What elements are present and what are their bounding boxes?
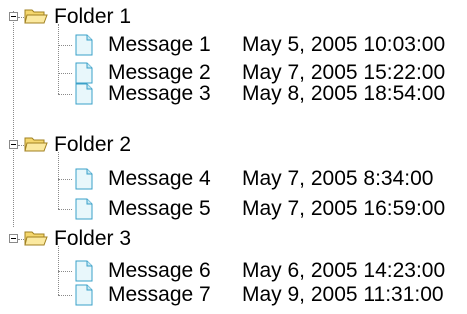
message-7-label[interactable]: Message 7 (108, 282, 211, 308)
tree-connector (58, 179, 72, 180)
message-5-date: May 7, 2005 16:59:00 (242, 197, 446, 220)
message-3-label[interactable]: Message 3 (108, 81, 211, 107)
message-3-date: May 8, 2005 18:54:00 (242, 82, 446, 105)
open-folder-icon (24, 9, 48, 24)
tree-connector (58, 45, 72, 46)
tree-connector (58, 209, 72, 210)
tree-connector (58, 295, 72, 296)
open-folder-icon (24, 137, 48, 152)
folder-1-label[interactable]: Folder 1 (54, 4, 131, 30)
tree-connector (58, 152, 59, 209)
collapse-folder-2-button[interactable] (9, 140, 18, 149)
document-icon (75, 62, 93, 84)
document-icon (75, 168, 93, 190)
tree-connector (58, 73, 72, 74)
folder-3-label[interactable]: Folder 3 (54, 226, 131, 252)
message-6-label[interactable]: Message 6 (108, 258, 211, 284)
message-5-label[interactable]: Message 5 (108, 196, 211, 222)
document-icon (75, 260, 93, 282)
message-7-date: May 9, 2005 11:31:00 (242, 283, 444, 306)
collapse-folder-1-button[interactable] (9, 12, 18, 21)
message-4-label[interactable]: Message 4 (108, 166, 211, 192)
message-tree: Folder 1 Message 1 May 5, 2005 10:03:00 … (0, 0, 467, 314)
document-icon (75, 34, 93, 56)
message-1-date: May 5, 2005 10:03:00 (242, 33, 446, 56)
collapse-folder-3-button[interactable] (9, 234, 18, 243)
document-icon (75, 284, 93, 306)
open-folder-icon (24, 231, 48, 246)
tree-connector (58, 271, 72, 272)
document-icon (75, 83, 93, 105)
document-icon (75, 198, 93, 220)
tree-connector (58, 94, 72, 95)
message-6-date: May 6, 2005 14:23:00 (242, 259, 446, 282)
message-4-date: May 7, 2005 8:34:00 (242, 167, 434, 190)
folder-2-label[interactable]: Folder 2 (54, 132, 131, 158)
tree-connector (58, 24, 59, 94)
tree-connector (13, 11, 14, 227)
message-1-label[interactable]: Message 1 (108, 32, 211, 58)
